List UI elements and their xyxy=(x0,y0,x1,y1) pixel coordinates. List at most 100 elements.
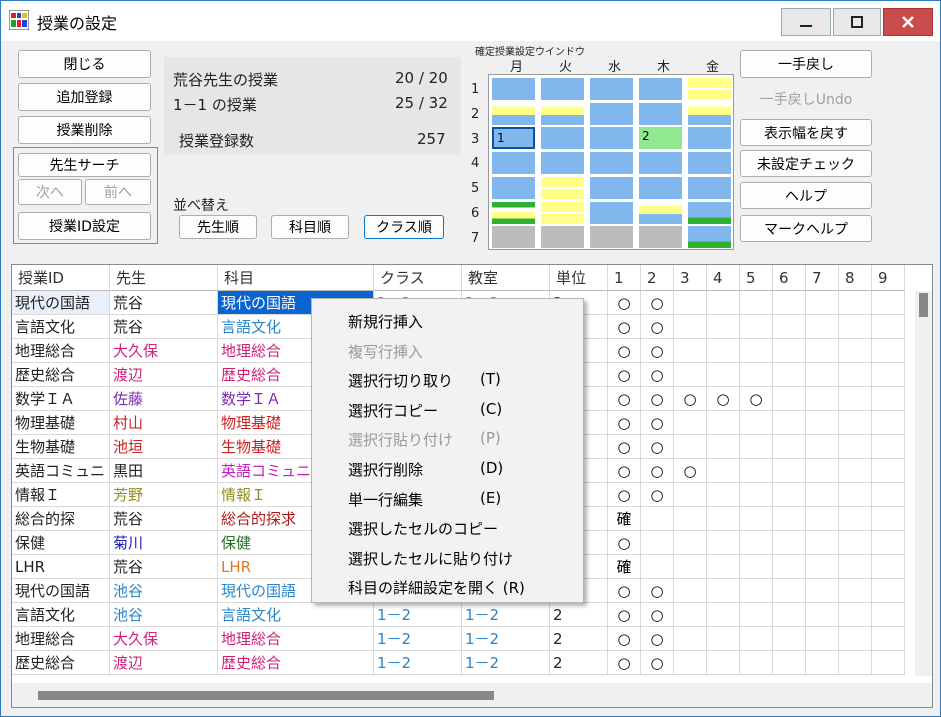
horizontal-scrollbar[interactable] xyxy=(12,683,932,707)
timetable-cell[interactable] xyxy=(492,152,535,175)
table-cell[interactable]: 菊川 xyxy=(110,531,218,555)
table-mark-cell[interactable]: ○ xyxy=(608,459,641,483)
table-mark-cell[interactable] xyxy=(707,531,740,555)
lesson-id-setting-button[interactable]: 授業ID設定 xyxy=(18,212,151,240)
table-mark-cell[interactable] xyxy=(839,579,872,603)
table-mark-cell[interactable] xyxy=(839,507,872,531)
table-mark-cell[interactable] xyxy=(740,531,773,555)
table-cell[interactable]: 1－2 xyxy=(462,627,550,651)
maximize-button[interactable] xyxy=(833,8,881,36)
add-register-button[interactable]: 追加登録 xyxy=(18,83,151,111)
timetable-cell[interactable] xyxy=(688,127,731,150)
table-mark-cell[interactable] xyxy=(707,483,740,507)
table-mark-cell[interactable] xyxy=(872,411,905,435)
column-header[interactable]: 先生 xyxy=(110,265,218,291)
timetable-cell[interactable] xyxy=(541,176,584,199)
table-mark-cell[interactable] xyxy=(707,651,740,675)
redo-button[interactable]: 一手戻しUndo xyxy=(740,85,872,113)
table-mark-cell[interactable] xyxy=(674,339,707,363)
table-cell[interactable]: 保健 xyxy=(12,531,110,555)
timetable-cell[interactable] xyxy=(590,102,633,125)
table-mark-cell[interactable] xyxy=(641,531,674,555)
table-cell[interactable]: 総合的探 xyxy=(12,507,110,531)
timetable-cell[interactable] xyxy=(639,201,682,224)
table-mark-cell[interactable] xyxy=(773,315,806,339)
table-mark-cell[interactable] xyxy=(806,411,839,435)
table-cell[interactable]: 村山 xyxy=(110,411,218,435)
table-mark-cell[interactable] xyxy=(707,603,740,627)
minimize-button[interactable] xyxy=(781,8,831,36)
context-menu-item[interactable]: 複写行挿入 xyxy=(348,341,423,362)
table-cell[interactable]: 池谷 xyxy=(110,603,218,627)
table-cell[interactable]: 1－2 xyxy=(374,627,462,651)
table-mark-cell[interactable] xyxy=(806,339,839,363)
table-mark-cell[interactable] xyxy=(740,339,773,363)
delete-lesson-button[interactable]: 授業削除 xyxy=(18,116,151,144)
table-mark-cell[interactable] xyxy=(674,603,707,627)
table-mark-cell[interactable] xyxy=(773,291,806,315)
table-mark-cell[interactable] xyxy=(839,483,872,507)
table-mark-cell[interactable] xyxy=(707,579,740,603)
table-mark-cell[interactable] xyxy=(839,603,872,627)
table-cell[interactable]: 現代の国語 xyxy=(12,291,110,315)
table-mark-cell[interactable]: ○ xyxy=(608,483,641,507)
table-mark-cell[interactable]: ○ xyxy=(674,459,707,483)
timetable-cell[interactable] xyxy=(492,226,535,249)
table-mark-cell[interactable]: ○ xyxy=(608,363,641,387)
table-cell[interactable]: 数学ＩＡ xyxy=(12,387,110,411)
table-mark-cell[interactable] xyxy=(839,459,872,483)
table-mark-cell[interactable]: ○ xyxy=(674,387,707,411)
table-cell[interactable]: 生物基礎 xyxy=(12,435,110,459)
timetable-cell[interactable] xyxy=(590,78,633,100)
column-header[interactable]: 4 xyxy=(707,265,740,291)
help-button[interactable]: ヘルプ xyxy=(740,182,872,209)
close-window-button[interactable] xyxy=(883,8,933,36)
table-mark-cell[interactable] xyxy=(674,411,707,435)
table-mark-cell[interactable] xyxy=(773,363,806,387)
timetable-cell[interactable] xyxy=(639,102,682,125)
table-mark-cell[interactable] xyxy=(806,315,839,339)
table-mark-cell[interactable]: ○ xyxy=(608,435,641,459)
column-header[interactable]: 2 xyxy=(641,265,674,291)
table-cell[interactable]: 渡辺 xyxy=(110,363,218,387)
table-mark-cell[interactable] xyxy=(740,363,773,387)
table-mark-cell[interactable] xyxy=(839,339,872,363)
table-mark-cell[interactable] xyxy=(839,291,872,315)
table-mark-cell[interactable]: 確 xyxy=(608,555,641,579)
table-mark-cell[interactable] xyxy=(707,315,740,339)
table-mark-cell[interactable] xyxy=(674,483,707,507)
table-mark-cell[interactable] xyxy=(773,507,806,531)
table-cell[interactable]: 佐藤 xyxy=(110,387,218,411)
table-mark-cell[interactable] xyxy=(674,627,707,651)
table-mark-cell[interactable] xyxy=(773,603,806,627)
sort-by-class-button[interactable]: クラス順 xyxy=(364,215,444,239)
table-mark-cell[interactable]: ○ xyxy=(641,411,674,435)
table-mark-cell[interactable] xyxy=(872,603,905,627)
context-menu-item[interactable]: 単一行編集 (E) xyxy=(348,489,501,510)
mark-help-button[interactable]: マークヘルプ xyxy=(740,215,872,242)
table-mark-cell[interactable] xyxy=(740,411,773,435)
vertical-scroll-thumb[interactable] xyxy=(919,293,928,317)
table-mark-cell[interactable] xyxy=(740,603,773,627)
column-header[interactable]: 7 xyxy=(806,265,839,291)
table-mark-cell[interactable]: ○ xyxy=(641,483,674,507)
table-mark-cell[interactable] xyxy=(839,627,872,651)
table-mark-cell[interactable] xyxy=(707,411,740,435)
table-cell[interactable]: 英語コミュニ xyxy=(12,459,110,483)
close-button[interactable]: 閉じる xyxy=(18,50,151,78)
column-header[interactable]: 5 xyxy=(740,265,773,291)
timetable-cell[interactable] xyxy=(688,176,731,199)
table-mark-cell[interactable] xyxy=(773,411,806,435)
table-mark-cell[interactable] xyxy=(773,387,806,411)
table-mark-cell[interactable] xyxy=(872,435,905,459)
table-mark-cell[interactable] xyxy=(872,315,905,339)
timetable-cell[interactable] xyxy=(590,226,633,249)
context-menu-item[interactable]: 選択行削除 (D) xyxy=(348,459,503,480)
timetable-cell[interactable] xyxy=(590,152,633,175)
table-mark-cell[interactable] xyxy=(839,363,872,387)
timetable-cell[interactable] xyxy=(541,102,584,125)
table-mark-cell[interactable] xyxy=(806,459,839,483)
table-cell[interactable]: 渡辺 xyxy=(110,651,218,675)
table-mark-cell[interactable] xyxy=(641,555,674,579)
timetable-cell[interactable] xyxy=(541,152,584,175)
